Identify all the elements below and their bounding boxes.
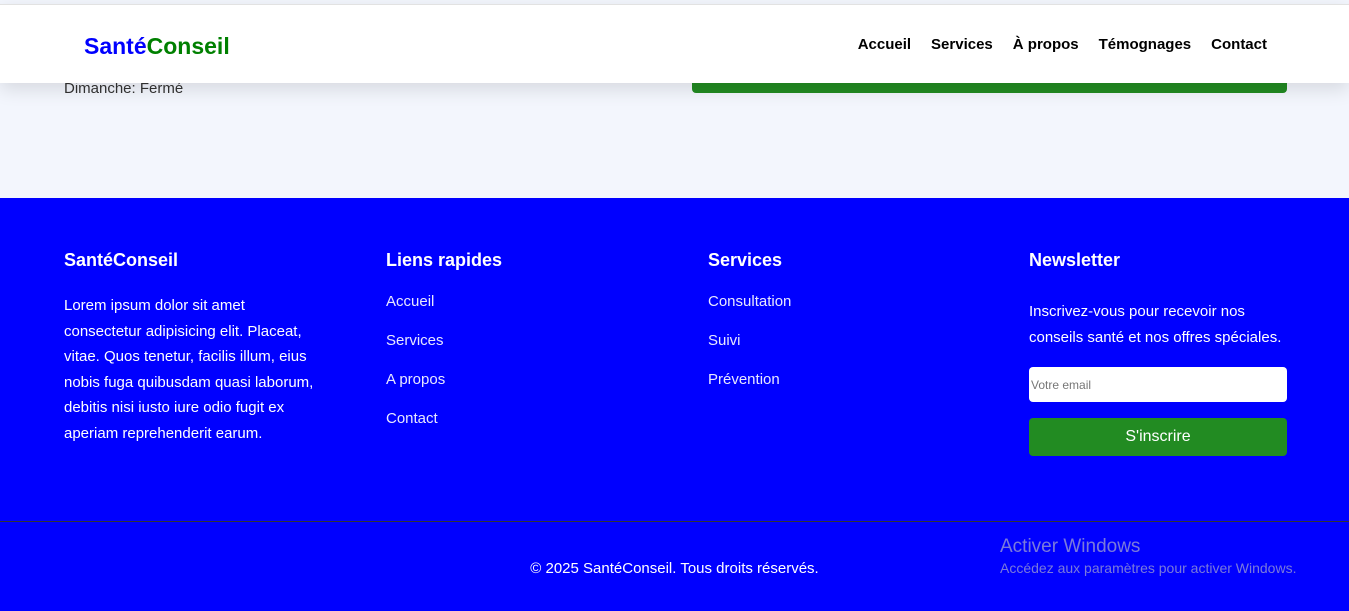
footer-about-title: SantéConseil bbox=[64, 250, 179, 270]
footer-link-services[interactable]: Services bbox=[386, 332, 646, 349]
logo-part1: Santé bbox=[84, 33, 147, 59]
footer-service-prevention[interactable]: Prévention bbox=[708, 371, 968, 388]
footer-link-contact[interactable]: Contact bbox=[386, 410, 646, 427]
footer-divider bbox=[0, 521, 1349, 522]
footer-newsletter: Newsletter Inscrivez-vous pour recevoir … bbox=[1029, 250, 1289, 456]
footer: SantéConseil Lorem ipsum dolor sit amet … bbox=[0, 198, 1349, 611]
nav-contact[interactable]: Contact bbox=[1211, 36, 1267, 53]
main-nav: Accueil Services À propos Témognages Con… bbox=[858, 36, 1267, 53]
footer-service-suivi[interactable]: Suivi bbox=[708, 332, 968, 349]
watermark-title: Activer Windows bbox=[1000, 536, 1141, 557]
footer-about: SantéConseil Lorem ipsum dolor sit amet … bbox=[64, 250, 324, 446]
subscribe-button[interactable]: S'inscrire bbox=[1029, 418, 1287, 456]
footer-about-text: Lorem ipsum dolor sit amet consectetur a… bbox=[64, 297, 314, 442]
watermark-subtitle: Accédez aux paramètres pour activer Wind… bbox=[1000, 560, 1297, 576]
footer-links-title: Liens rapides bbox=[386, 250, 503, 270]
footer-services-title: Services bbox=[708, 250, 783, 270]
nav-services[interactable]: Services bbox=[931, 36, 993, 53]
footer-link-accueil[interactable]: Accueil bbox=[386, 293, 646, 310]
nav-accueil[interactable]: Accueil bbox=[858, 36, 911, 53]
windows-activation-watermark: Activer Windows Accédez aux paramètres p… bbox=[1000, 536, 1296, 576]
nav-a-propos[interactable]: À propos bbox=[1013, 36, 1079, 53]
logo-part2: Conseil bbox=[146, 33, 230, 59]
footer-link-a-propos[interactable]: A propos bbox=[386, 371, 646, 388]
footer-service-consultation[interactable]: Consultation bbox=[708, 293, 968, 310]
logo[interactable]: SantéConseil bbox=[84, 33, 230, 60]
newsletter-text: Inscrivez-vous pour recevoir nos conseil… bbox=[1029, 303, 1282, 346]
navbar: SantéConseil Accueil Services À propos T… bbox=[0, 4, 1349, 83]
nav-temoignages[interactable]: Témognages bbox=[1099, 36, 1192, 53]
footer-services: Services Consultation Suivi Prévention bbox=[708, 250, 968, 410]
newsletter-title: Newsletter bbox=[1029, 250, 1121, 270]
footer-links: Liens rapides Accueil Services A propos … bbox=[386, 250, 646, 449]
newsletter-email-input[interactable] bbox=[1029, 367, 1287, 402]
